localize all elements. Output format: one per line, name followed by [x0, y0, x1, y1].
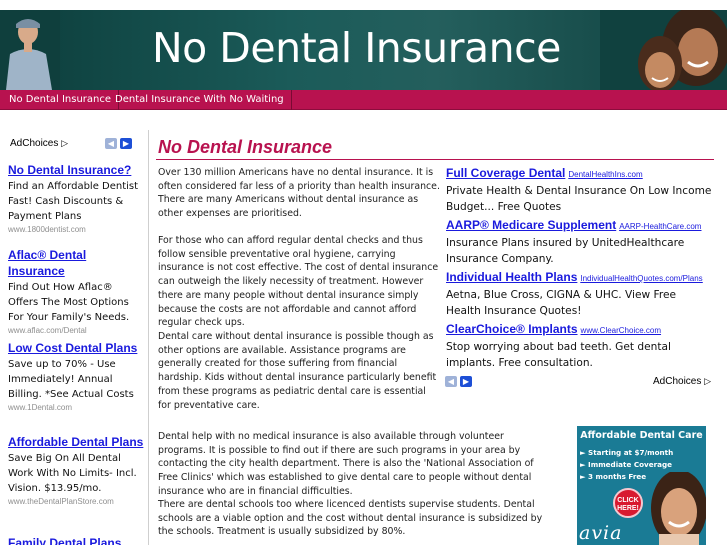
article-paragraph: Dental help with no medical insurance is… — [158, 431, 534, 497]
left-ad-title[interactable]: No Dental Insurance? — [8, 162, 144, 178]
banner-title: No Dental Insurance — [152, 24, 561, 72]
left-ad-url[interactable]: www.1800dentist.com — [8, 225, 144, 234]
article-paragraph: Dental care without dental insurance is … — [158, 331, 437, 411]
top-strip — [0, 0, 727, 10]
right-ad-title[interactable]: Individual Health Plans — [446, 270, 577, 284]
family-image — [600, 10, 727, 90]
banner-ad-bullet-text: Starting at $7/month — [588, 448, 674, 457]
arrow-left-icon[interactable]: ◀ — [445, 376, 457, 387]
left-ad-title[interactable]: Aflac® Dental Insurance — [8, 247, 144, 279]
arrow-left-icon[interactable]: ◀ — [105, 138, 117, 149]
left-ad-title[interactable]: Affordable Dental Plans — [8, 434, 144, 450]
banner-ad-bullet: ► Immediate Coverage — [580, 460, 673, 469]
page-title: No Dental Insurance — [158, 137, 333, 157]
left-ad: Low Cost Dental Plans Save up to 70% - U… — [8, 340, 144, 412]
banner-ad-title: Affordable Dental Care — [580, 430, 703, 441]
title-rule — [156, 159, 714, 160]
nav-item-dental-insurance-no-waiting[interactable]: Dental Insurance With No Waiting — [108, 90, 292, 110]
column-divider — [148, 130, 149, 545]
article-paragraph: There are dental schools too where licen… — [158, 499, 543, 538]
top-navigation: No Dental Insurance Dental Insurance Wit… — [0, 90, 727, 110]
arrow-right-icon[interactable]: ▶ — [120, 138, 132, 149]
left-ad: Family Dental Plans — [8, 535, 144, 545]
brand-logo: avia — [579, 522, 623, 544]
right-ad-url[interactable]: DentalHealthIns.com — [568, 170, 642, 179]
left-ad-description: Find an Affordable Dentist Fast! Cash Di… — [8, 181, 139, 222]
adchoices-label-right[interactable]: AdChoices ▷ — [653, 376, 711, 387]
right-ad-url[interactable]: www.ClearChoice.com — [581, 326, 661, 335]
right-ad: Individual Health Plans IndividualHealthQ… — [446, 269, 714, 319]
right-ad-title[interactable]: Full Coverage Dental — [446, 166, 565, 180]
right-ad: AARP® Medicare Supplement AARP-HealthCare… — [446, 217, 714, 267]
adchoices-label-left[interactable]: AdChoices ▷ — [10, 138, 68, 149]
left-ad-description: Find Out How Aflac® Offers The Most Opti… — [8, 282, 130, 323]
left-ad-url[interactable]: www.theDentalPlanStore.com — [8, 497, 144, 506]
left-ad-url[interactable]: www.1Dental.com — [8, 403, 144, 412]
right-ad-description: Aetna, Blue Cross, CIGNA & UHC. View Fre… — [446, 289, 676, 317]
left-ad-url[interactable]: www.aflac.com/Dental — [8, 326, 144, 335]
right-ad-title[interactable]: AARP® Medicare Supplement — [446, 218, 616, 232]
right-ad: ClearChoice® Implants www.ClearChoice.com… — [446, 321, 714, 371]
banner-ad-bullet: ► Starting at $7/month — [580, 448, 674, 457]
dental-care-banner-ad[interactable]: Affordable Dental Care ► Starting at $7/… — [577, 426, 706, 545]
left-ad-description: Save Big On All Dental Work With No Limi… — [8, 453, 137, 494]
left-ad-title[interactable]: Low Cost Dental Plans — [8, 340, 144, 356]
header-banner: No Dental Insurance — [0, 10, 727, 90]
click-here-button[interactable]: CLICK HERE! — [613, 488, 643, 518]
adchoices-text: AdChoices — [10, 138, 59, 149]
right-ad-description: Insurance Plans insured by UnitedHealthc… — [446, 237, 685, 265]
doctor-image — [0, 10, 60, 90]
left-ad: Affordable Dental Plans Save Big On All … — [8, 434, 144, 506]
left-ad-title[interactable]: Family Dental Plans — [8, 535, 144, 545]
right-ad-title[interactable]: ClearChoice® Implants — [446, 322, 578, 336]
banner-ad-bullet-text: Immediate Coverage — [588, 460, 673, 469]
page: No Dental Insurance No Dental Insurance … — [0, 0, 727, 545]
article-paragraph: For those who can afford regular dental … — [158, 235, 439, 329]
right-ad-url[interactable]: IndividualHealthQuotes.com/Plans — [580, 274, 702, 283]
adchoices-triangle-icon: ▷ — [704, 376, 712, 386]
left-ad-description: Save up to 70% - Use Immediately! Annual… — [8, 359, 134, 400]
smiling-woman-image — [651, 472, 706, 545]
left-ad: Aflac® Dental Insurance Find Out How Afl… — [8, 247, 144, 335]
article-paragraph: Over 130 million Americans have no denta… — [158, 167, 440, 220]
left-ad: No Dental Insurance? Find an Affordable … — [8, 162, 144, 234]
banner-ad-bullet: ► 3 months Free — [580, 472, 647, 481]
nav-item-no-dental-insurance[interactable]: No Dental Insurance — [2, 90, 120, 110]
banner-ad-bullet-text: 3 months Free — [588, 472, 647, 481]
right-ad: Full Coverage Dental DentalHealthIns.com … — [446, 165, 714, 215]
arrow-right-icon[interactable]: ▶ — [460, 376, 472, 387]
adchoices-text: AdChoices — [653, 376, 702, 387]
right-ad-description: Private Health & Dental Insurance On Low… — [446, 185, 712, 213]
right-ad-description: Stop worrying about bad teeth. Get denta… — [446, 341, 671, 369]
right-ad-url[interactable]: AARP-HealthCare.com — [619, 222, 701, 231]
adchoices-triangle-icon: ▷ — [61, 138, 69, 148]
